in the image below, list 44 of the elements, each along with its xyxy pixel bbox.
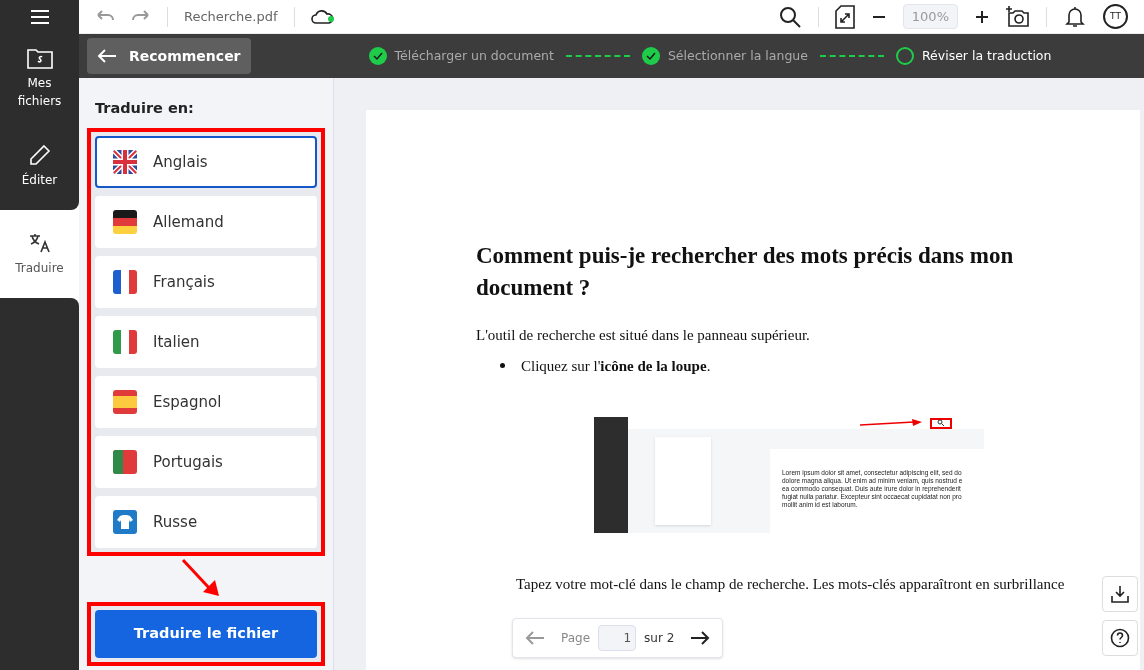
avatar[interactable]: TT: [1103, 4, 1128, 29]
menu-icon[interactable]: [29, 9, 50, 25]
download-icon: [1110, 584, 1130, 604]
annotation-arrow: [179, 557, 221, 598]
panel-heading: Traduire en:: [95, 99, 195, 118]
language-option[interactable]: Portugais: [95, 435, 317, 488]
language-option[interactable]: Russe: [95, 495, 317, 548]
help-icon: [1110, 628, 1130, 648]
pencil-icon: [27, 143, 52, 167]
language-option[interactable]: Espagnol: [95, 375, 317, 428]
document-paragraph: L'outil de recherche est situé dans le panneau supérieur.: [476, 326, 811, 345]
mini-arrow: [860, 419, 922, 427]
step-label: Télécharger un document: [394, 46, 554, 65]
step-label: Sélectionner la langue: [667, 46, 808, 65]
file-name: Recherche.pdf: [184, 7, 278, 26]
document-title: Comment puis-je rechercher des mots précis dans mon document ?: [476, 242, 1015, 302]
help-button[interactable]: [1102, 620, 1138, 656]
language-option[interactable]: Italien: [95, 315, 317, 368]
arrow-right-icon[interactable]: [690, 630, 711, 646]
language-option[interactable]: Anglais: [95, 135, 317, 188]
arrow-left-icon[interactable]: [525, 630, 545, 646]
bullet-text: Cliquez sur l'icône de la loupe.: [521, 356, 711, 376]
mini-search-icon: [930, 417, 952, 429]
zoom-in-icon[interactable]: [974, 8, 990, 25]
search-icon[interactable]: [777, 4, 802, 29]
page-field[interactable]: 1: [598, 625, 637, 651]
translate-file-button[interactable]: Traduire le fichier: [95, 610, 317, 658]
language-option[interactable]: Allemand: [95, 195, 317, 248]
camera-icon[interactable]: [1006, 4, 1030, 29]
bell-icon[interactable]: [1063, 4, 1087, 29]
fit-page-icon[interactable]: [834, 4, 855, 29]
translate-icon: [27, 231, 52, 255]
rail-item[interactable]: Mes fichiers: [0, 34, 79, 122]
page-total: sur 2: [644, 630, 675, 647]
rail-item[interactable]: Éditer: [0, 122, 79, 210]
step-label: Réviser la traduction: [921, 46, 1052, 65]
download-button[interactable]: [1102, 576, 1138, 612]
arrow-left-icon: [97, 48, 117, 64]
page-label: Page: [561, 630, 591, 647]
language-option[interactable]: Français: [95, 255, 317, 308]
folder-icon: [25, 46, 54, 70]
back-button[interactable]: Recommencer: [87, 38, 251, 74]
bullet-text: Tapez votre mot-clé dans le champ de recherche. Les mots-clés apparaîtront en surbrillance: [516, 575, 1065, 594]
bullet-icon: [500, 363, 505, 369]
